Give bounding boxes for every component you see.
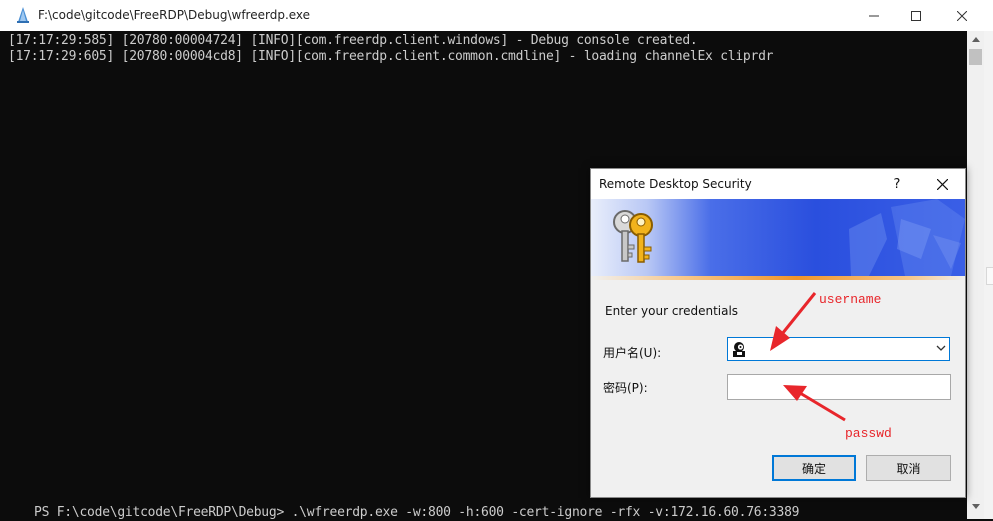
- close-icon: [936, 178, 948, 190]
- dialog-close-button[interactable]: [925, 169, 959, 199]
- close-button[interactable]: [939, 0, 985, 31]
- background-window-control: [986, 267, 993, 285]
- maximize-icon: [911, 10, 921, 21]
- banner-decoration: [849, 199, 965, 276]
- maximize-button[interactable]: [893, 0, 939, 31]
- scroll-down-button[interactable]: [967, 498, 984, 515]
- scroll-up-button[interactable]: [967, 31, 984, 48]
- help-button[interactable]: ?: [881, 169, 913, 199]
- keys-icon: [613, 210, 653, 263]
- username-combobox[interactable]: [727, 337, 950, 361]
- banner-accent-stripe: [591, 276, 965, 280]
- chevron-down-icon[interactable]: [936, 345, 946, 352]
- ok-button[interactable]: 确定: [772, 455, 856, 481]
- freerdp-app-icon: [17, 7, 29, 23]
- annotation-username: username: [819, 292, 882, 307]
- password-label: 密码(P):: [603, 381, 648, 395]
- minimize-icon: [869, 15, 879, 16]
- window-titlebar[interactable]: F:\code\gitcode\FreeRDP\Debug\wfreerdp.e…: [0, 0, 993, 32]
- user-icon: [733, 342, 745, 357]
- log-line: [17:17:29:585] [20780:00004724] [INFO][c…: [8, 33, 698, 48]
- dialog-titlebar[interactable]: Remote Desktop Security ?: [591, 169, 965, 199]
- log-line: [17:17:29:605] [20780:00004cd8] [INFO][c…: [8, 49, 774, 64]
- cancel-button[interactable]: 取消: [866, 455, 951, 481]
- annotation-passwd: passwd: [845, 426, 892, 441]
- scroll-thumb[interactable]: [969, 49, 982, 65]
- close-icon: [957, 10, 967, 21]
- password-input[interactable]: [727, 374, 951, 400]
- window-title: F:\code\gitcode\FreeRDP\Debug\wfreerdp.e…: [38, 8, 311, 22]
- username-label: 用户名(U):: [603, 346, 662, 360]
- minimize-button[interactable]: [851, 0, 897, 31]
- chevron-up-icon: [971, 37, 980, 42]
- credentials-prompt: Enter your credentials: [605, 304, 739, 318]
- background-window-edge: [984, 31, 993, 519]
- remote-desktop-security-dialog: Remote Desktop Security ? Enter your cre…: [590, 168, 966, 498]
- vertical-scrollbar[interactable]: [967, 31, 984, 519]
- dialog-title: Remote Desktop Security: [599, 177, 752, 191]
- log-lines: [17:17:29:585] [20780:00004724] [INFO][c…: [8, 33, 774, 65]
- chevron-down-icon: [971, 504, 980, 509]
- security-banner: [591, 199, 965, 276]
